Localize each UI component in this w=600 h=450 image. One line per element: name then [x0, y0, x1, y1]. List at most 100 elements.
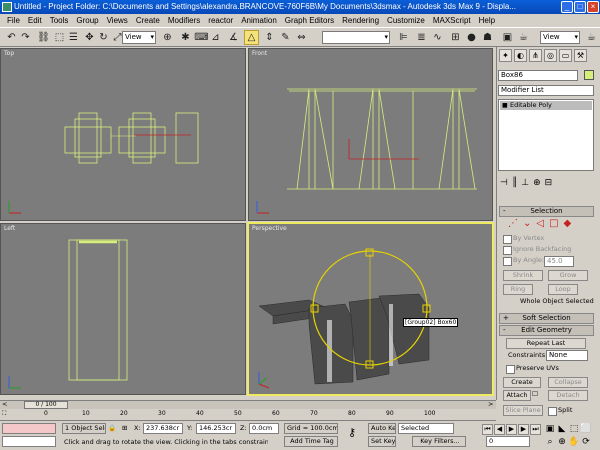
layer-manager-icon[interactable]: ≣: [414, 30, 429, 45]
viewport-label-perspective[interactable]: Perspective: [252, 225, 287, 232]
object-color-swatch[interactable]: [584, 70, 594, 80]
constraints-dropdown[interactable]: None: [546, 350, 588, 361]
detach-button[interactable]: Detach: [548, 390, 588, 401]
ring-button[interactable]: Ring: [503, 284, 533, 295]
render-setup-icon[interactable]: ☗: [480, 30, 495, 45]
quick-render-icon[interactable]: ☕: [516, 30, 531, 45]
keyboard-shortcut-icon[interactable]: ⌨: [194, 30, 209, 45]
grow-button[interactable]: Grow: [548, 270, 588, 281]
arc-rotate-icon[interactable]: ⟳: [580, 436, 592, 448]
field-of-view-icon[interactable]: ◣: [556, 423, 568, 435]
slice-plane-button[interactable]: Slice Plane: [503, 405, 543, 416]
menu-modifiers[interactable]: Modifiers: [164, 14, 204, 27]
ignore-backfacing-checkbox[interactable]: Ignore Backfacing: [503, 245, 571, 255]
snap-toggle-icon[interactable]: ⊿: [208, 30, 223, 45]
percent-snap-icon[interactable]: △: [244, 30, 259, 45]
select-move-icon[interactable]: ✥: [82, 30, 97, 45]
zoom-all-icon[interactable]: ⊕: [556, 436, 568, 448]
soft-selection-rollout-header[interactable]: + Soft Selection: [499, 313, 594, 324]
modify-tab-icon[interactable]: ◐: [514, 49, 527, 62]
lock-selection-icon[interactable]: 🔒: [108, 424, 116, 433]
current-frame-field[interactable]: 0: [486, 436, 530, 447]
viewport-label-top[interactable]: Top: [4, 50, 14, 57]
align-icon[interactable]: ⊫: [396, 30, 411, 45]
modifier-stack[interactable]: Editable Poly: [498, 99, 594, 171]
split-checkbox[interactable]: Split: [548, 406, 572, 416]
object-name-field[interactable]: Box86: [498, 70, 578, 81]
play-icon[interactable]: ▶: [506, 424, 517, 435]
create-button[interactable]: Create: [503, 377, 541, 388]
y-coordinate-field[interactable]: 146.253cr: [196, 423, 236, 434]
attach-list-icon[interactable]: ☐: [532, 390, 538, 399]
utilities-tab-icon[interactable]: ⚒: [574, 49, 587, 62]
schematic-view-icon[interactable]: ⊞: [448, 30, 463, 45]
menu-rendering[interactable]: Rendering: [338, 14, 383, 27]
goto-start-icon[interactable]: ⏮: [482, 424, 493, 435]
menu-views[interactable]: Views: [103, 14, 132, 27]
subobject-level-icons[interactable]: ⋰⌄◁□◆: [508, 219, 576, 229]
create-tab-icon[interactable]: ✦: [499, 49, 512, 62]
edit-named-selection-icon[interactable]: ✎: [278, 30, 293, 45]
stack-tools-icons[interactable]: ⊣║⊥⊕⊟: [500, 179, 556, 188]
repeat-last-button[interactable]: Repeat Last: [506, 338, 586, 349]
by-vertex-checkbox[interactable]: By Vertex: [503, 234, 544, 244]
viewport-front[interactable]: Front: [248, 48, 493, 221]
viewport-perspective[interactable]: Perspective [Group02] Box60: [247, 222, 494, 396]
time-slider-next-icon[interactable]: >: [488, 400, 493, 409]
maxscript-input-field[interactable]: [2, 436, 56, 447]
time-slider-prev-icon[interactable]: <: [2, 400, 7, 409]
viewport-label-front[interactable]: Front: [252, 50, 267, 57]
angle-value-field[interactable]: 45.0: [544, 256, 574, 267]
menu-maxscript[interactable]: MAXScript: [429, 14, 475, 27]
auto-key-button[interactable]: Auto Key: [368, 423, 396, 434]
zoom-region-icon[interactable]: ⬚: [568, 423, 580, 435]
mirror-icon[interactable]: ⇔: [294, 30, 309, 45]
select-object-icon[interactable]: ⬚: [52, 30, 67, 45]
selection-rollout-header[interactable]: - Selection: [499, 206, 594, 217]
zoom-extents-icon[interactable]: ▣: [544, 423, 556, 435]
named-selection-set-dropdown[interactable]: [322, 31, 390, 44]
by-angle-checkbox[interactable]: By Angle:: [503, 256, 544, 266]
loop-button[interactable]: Loop: [548, 284, 578, 295]
app-icon[interactable]: [2, 2, 12, 12]
menu-group[interactable]: Group: [72, 14, 102, 27]
key-filters-button[interactable]: Key Filters...: [412, 436, 466, 447]
redo-icon[interactable]: ↷: [18, 30, 33, 45]
set-key-button[interactable]: Set Key: [368, 436, 396, 447]
render-frame-icon[interactable]: ▣: [500, 30, 515, 45]
absolute-mode-icon[interactable]: ⊞: [122, 424, 127, 433]
angle-snap-icon[interactable]: ∡: [226, 30, 241, 45]
menu-tools[interactable]: Tools: [46, 14, 73, 27]
motion-tab-icon[interactable]: ◎: [544, 49, 557, 62]
menu-file[interactable]: File: [3, 14, 24, 27]
hierarchy-tab-icon[interactable]: ⋔: [529, 49, 542, 62]
reference-coordinate-dropdown[interactable]: View: [122, 31, 156, 44]
zoom-icon[interactable]: ⌕: [544, 436, 556, 448]
x-coordinate-field[interactable]: 237.638cr: [143, 423, 183, 434]
select-link-icon[interactable]: ⛓: [36, 30, 51, 45]
pan-icon[interactable]: ✋: [568, 436, 580, 448]
time-slider[interactable]: 0 / 100 < >: [0, 400, 496, 409]
display-tab-icon[interactable]: ▭: [559, 49, 572, 62]
set-key-key-icon[interactable]: ⚷: [348, 427, 356, 438]
select-by-name-icon[interactable]: ☰: [66, 30, 81, 45]
close-button[interactable]: ×: [587, 1, 599, 13]
goto-end-icon[interactable]: ⏭: [530, 424, 541, 435]
curve-editor-icon[interactable]: ∿: [430, 30, 445, 45]
key-set-dropdown[interactable]: Selected: [398, 423, 454, 434]
menu-create[interactable]: Create: [132, 14, 164, 27]
undo-icon[interactable]: ↶: [4, 30, 19, 45]
menu-edit[interactable]: Edit: [24, 14, 46, 27]
spinner-snap-icon[interactable]: ⇕: [262, 30, 277, 45]
viewport-top[interactable]: Top: [0, 48, 246, 221]
stack-item-editable-poly[interactable]: Editable Poly: [500, 101, 592, 110]
maxscript-listener-field[interactable]: [2, 423, 56, 434]
add-time-tag-button[interactable]: Add Time Tag: [284, 436, 338, 447]
menu-reactor[interactable]: reactor: [204, 14, 237, 27]
material-editor-icon[interactable]: ●: [464, 30, 479, 45]
minimize-button[interactable]: _: [561, 1, 573, 13]
render-production-icon[interactable]: ☕: [584, 30, 599, 45]
attach-button[interactable]: Attach: [503, 390, 531, 401]
time-slider-thumb[interactable]: 0 / 100: [24, 401, 68, 409]
viewport-left[interactable]: Left: [0, 223, 246, 395]
